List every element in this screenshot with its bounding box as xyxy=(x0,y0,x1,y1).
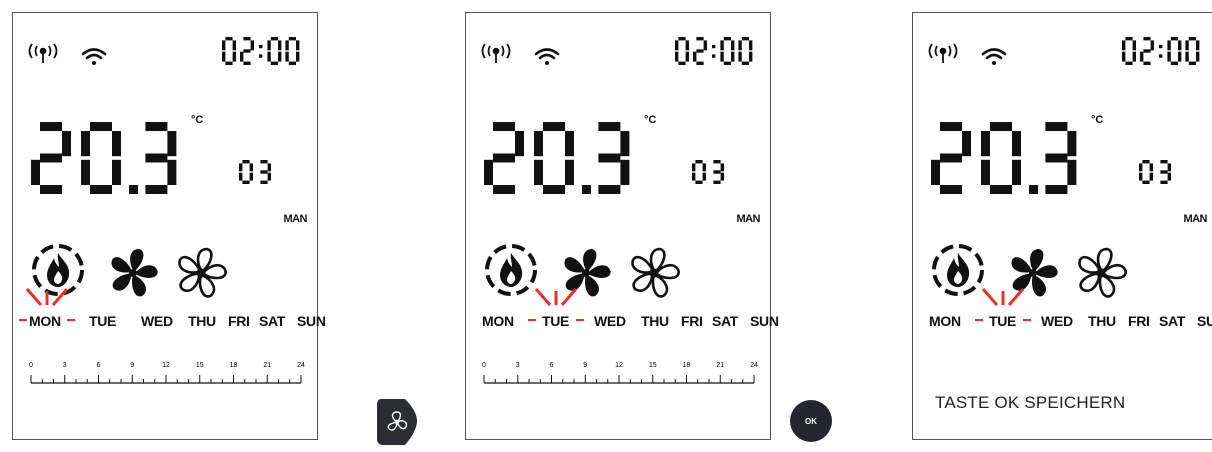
thermostat-display-1: 02:00 20.3°C 03MAN MONTUEWEDTHUFRISATSUN… xyxy=(12,12,326,440)
timeline-label: 15 xyxy=(649,362,657,369)
program-digits xyxy=(239,160,271,184)
timeline-label: 21 xyxy=(716,362,724,369)
day-mon[interactable]: MON xyxy=(929,313,961,329)
timeline: 0 3 6 9 12 15 18 21 24 xyxy=(482,353,758,392)
ok-button[interactable]: OK xyxy=(790,400,832,442)
wifi-icon xyxy=(534,47,560,72)
clock-display: 02:00 xyxy=(221,36,303,71)
day-mon[interactable]: MON xyxy=(29,313,61,329)
signal-icon xyxy=(25,43,61,70)
timeline-label: 24 xyxy=(297,362,305,369)
signal-icon xyxy=(478,43,514,70)
timeline-label: 15 xyxy=(196,362,204,369)
temperature-digits xyxy=(484,122,630,194)
weekday-row: MON TUE WED THU FRI SAT SUN xyxy=(466,313,779,331)
temperature-display: 20.3 xyxy=(484,121,639,200)
day-sat[interactable]: SAT xyxy=(259,313,285,329)
timeline-label: 12 xyxy=(615,362,623,369)
timeline-label: 21 xyxy=(263,362,271,369)
day-wed[interactable]: WED xyxy=(594,313,626,329)
timeline-scale: 0 3 6 9 12 15 18 21 24 xyxy=(29,362,305,384)
mode-label: MAN xyxy=(1183,213,1207,225)
clock-digits xyxy=(221,37,300,65)
timeline-label: 3 xyxy=(516,362,520,369)
signal-icon xyxy=(925,43,961,70)
timeline: 0 3 6 9 12 15 18 21 24 xyxy=(29,353,305,392)
clock-digits xyxy=(674,37,753,65)
mode-label: MAN xyxy=(283,213,307,225)
clock-display: 02:00 xyxy=(674,36,756,71)
thermostat-display-3: 02:00 20.3 °C 03 MAN MON TUE WED THU FRI SAT SUN… xyxy=(912,12,1212,440)
day-thu[interactable]: THU xyxy=(1088,313,1116,329)
fan-button-shape xyxy=(377,399,417,445)
day-tue[interactable]: TUE xyxy=(989,313,1016,329)
day-fri[interactable]: FRI xyxy=(228,313,250,329)
program-number: 03 xyxy=(239,159,275,190)
program-digits xyxy=(1139,160,1171,184)
temperature-unit: °C xyxy=(1091,114,1104,126)
thermostat-display-2: 02:00 20.3°C 03MAN MONTUEWEDTHUFRISATSUN… xyxy=(465,12,779,440)
day-mon[interactable]: MON xyxy=(482,313,514,329)
timeline-label: 9 xyxy=(583,362,587,369)
timeline-label: 18 xyxy=(683,362,691,369)
timeline-label: 9 xyxy=(130,362,134,369)
day-fri[interactable]: FRI xyxy=(681,313,703,329)
timeline-label: 6 xyxy=(550,362,554,369)
day-wed[interactable]: WED xyxy=(1041,313,1073,329)
timeline-label: 18 xyxy=(230,362,238,369)
wifi-icon xyxy=(981,47,1007,72)
day-sat[interactable]: SAT xyxy=(712,313,738,329)
clock-digits xyxy=(1121,37,1200,65)
temperature-digits xyxy=(31,122,177,194)
timeline-label: 24 xyxy=(750,362,758,369)
timeline-scale: 0 3 6 9 12 15 18 21 24 xyxy=(482,362,758,384)
temperature-display: 20.3 xyxy=(31,121,186,200)
timeline-label: 6 xyxy=(97,362,101,369)
weekday-row: MON TUE WED THU FRI SAT SUN xyxy=(913,313,1212,331)
wifi-icon xyxy=(81,47,107,72)
day-tue[interactable]: TUE xyxy=(89,313,116,329)
timeline-label: 12 xyxy=(162,362,170,369)
day-sun[interactable]: SUN xyxy=(1197,313,1212,329)
weekday-row: MON TUE WED THU FRI SAT SUN xyxy=(13,313,326,331)
day-fri[interactable]: FRI xyxy=(1128,313,1150,329)
day-sat[interactable]: SAT xyxy=(1159,313,1185,329)
timeline-label: 3 xyxy=(63,362,67,369)
program-number: 03 xyxy=(1139,159,1175,190)
timeline-label: 0 xyxy=(29,362,33,369)
temperature-unit: °C xyxy=(644,114,657,126)
program-number: 03 xyxy=(692,159,728,190)
day-thu[interactable]: THU xyxy=(641,313,669,329)
day-tue[interactable]: TUE xyxy=(542,313,569,329)
day-wed[interactable]: WED xyxy=(141,313,173,329)
clock-display: 02:00 xyxy=(1121,36,1203,71)
fan-button[interactable] xyxy=(373,395,421,452)
program-digits xyxy=(692,160,724,184)
day-thu[interactable]: THU xyxy=(188,313,216,329)
temperature-display: 20.3 xyxy=(931,121,1086,200)
day-sun[interactable]: SUN xyxy=(297,313,326,329)
ok-button-label: OK xyxy=(805,416,817,426)
timeline-label: 0 xyxy=(482,362,486,369)
mode-label: MAN xyxy=(736,213,760,225)
save-instruction: TASTE OK SPEICHERN xyxy=(935,393,1126,412)
day-sun[interactable]: SUN xyxy=(750,313,779,329)
temperature-unit: °C xyxy=(191,114,204,126)
temperature-digits xyxy=(931,122,1077,194)
